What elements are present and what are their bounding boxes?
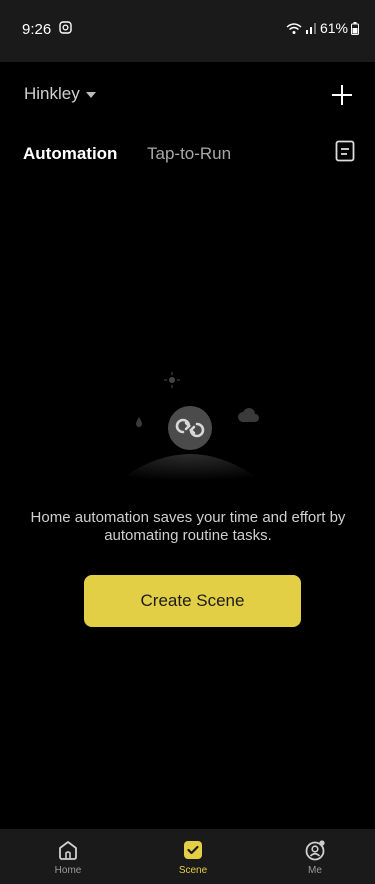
status-bar: 9:26 61%	[0, 0, 375, 62]
status-time: 9:26	[22, 21, 52, 38]
signal-icon	[305, 23, 316, 34]
nav-home[interactable]: Home	[23, 829, 113, 884]
create-scene-button[interactable]: Create Scene	[84, 575, 301, 627]
battery-percent: 61%	[319, 20, 348, 36]
bottom-navigation: Home Scene Me	[0, 829, 375, 884]
scene-check-icon	[184, 841, 202, 859]
nav-me[interactable]: Me	[270, 829, 360, 884]
droplet-icon	[136, 417, 142, 427]
home-switcher[interactable]: Hinkley	[24, 84, 96, 104]
tab-automation[interactable]: Automation	[23, 144, 117, 164]
status-indicators: 61%	[286, 20, 359, 36]
sun-icon	[164, 372, 180, 388]
scene-header: Hinkley Automation Tap-to-Run	[0, 62, 375, 182]
nav-scene[interactable]: Scene	[148, 829, 238, 884]
camera-icon	[59, 21, 72, 34]
nav-scene-label: Scene	[178, 865, 208, 876]
nav-me-label: Me	[308, 865, 322, 876]
home-icon	[59, 841, 77, 860]
cloud-icon	[238, 408, 259, 422]
wifi-icon	[286, 22, 302, 34]
battery-icon	[351, 21, 359, 35]
chevron-down-icon	[85, 92, 96, 98]
log-icon[interactable]	[335, 140, 355, 162]
empty-state-message: Home automation saves your time and effo…	[30, 509, 346, 544]
automation-illustration	[110, 372, 270, 488]
nav-home-label: Home	[54, 865, 82, 876]
home-name: Hinkley	[24, 84, 80, 103]
tab-tap-to-run[interactable]: Tap-to-Run	[147, 144, 231, 164]
profile-icon	[305, 840, 325, 861]
add-icon[interactable]	[329, 82, 355, 108]
